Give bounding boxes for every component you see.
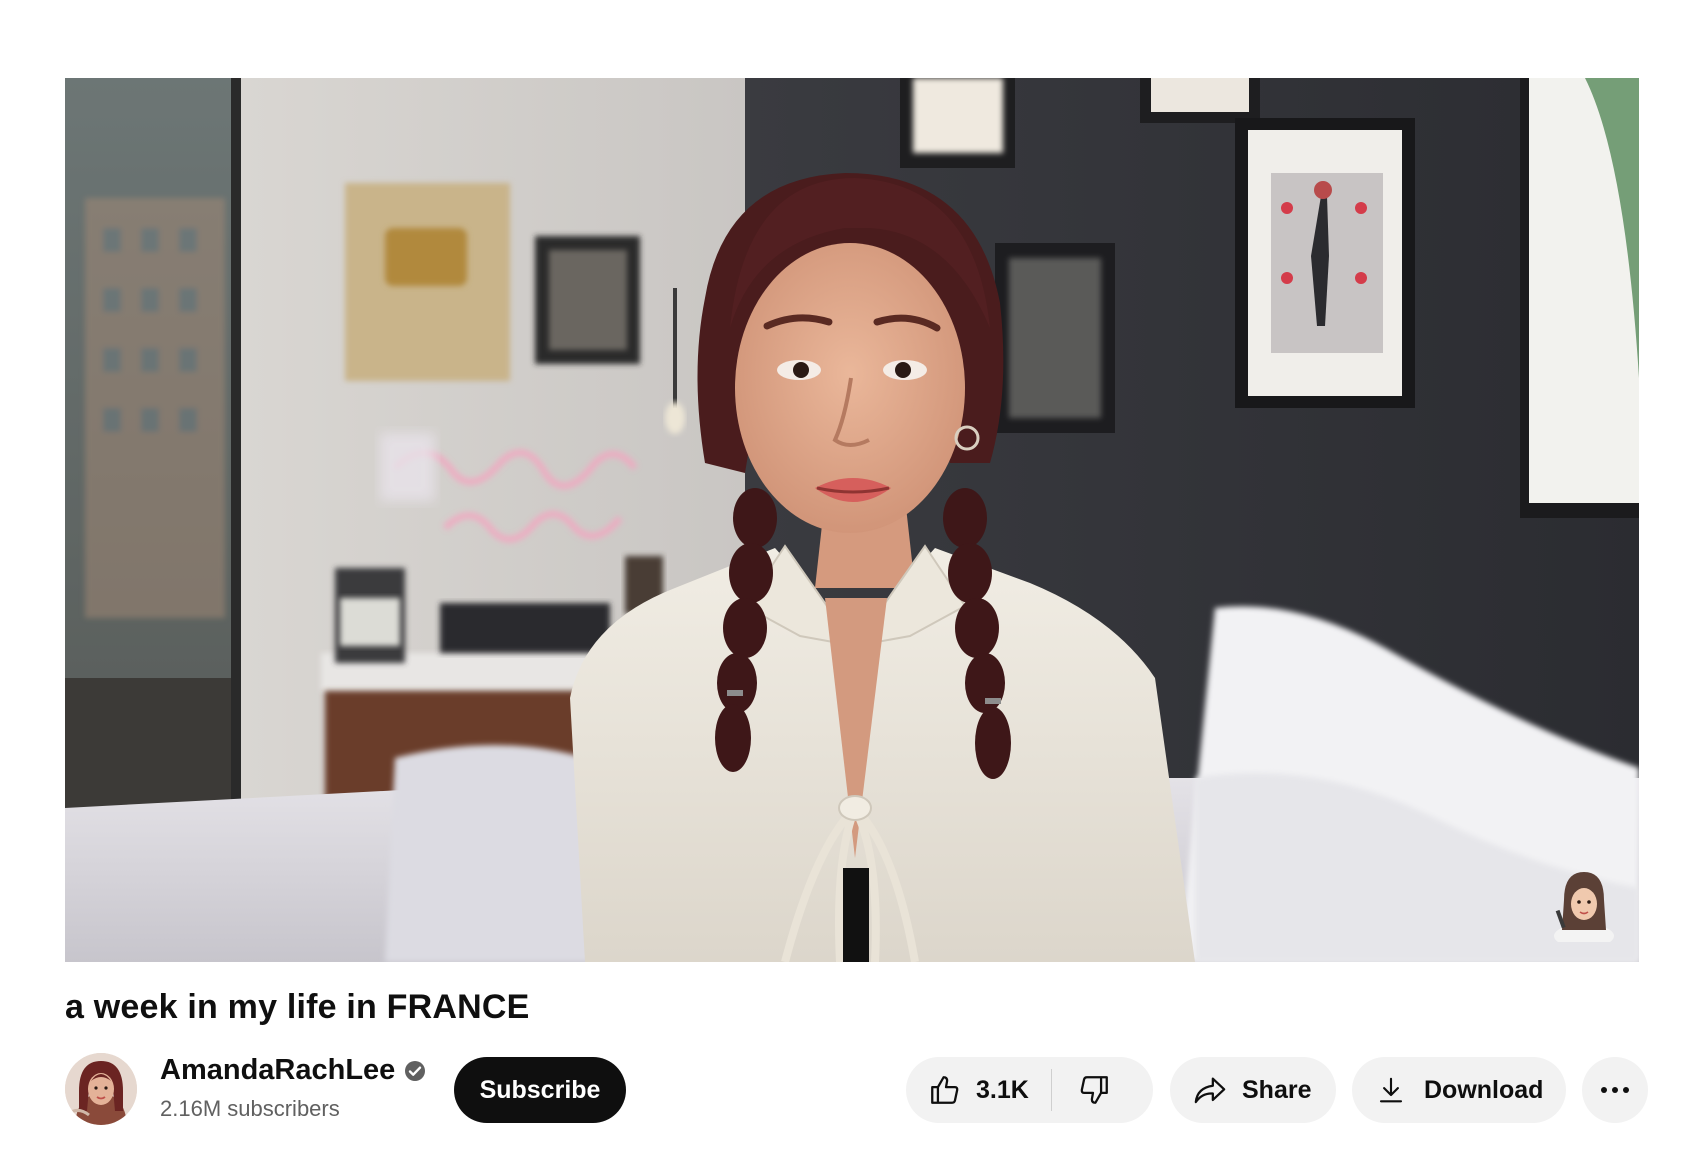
- more-actions-button[interactable]: [1582, 1057, 1648, 1123]
- more-horizontal-icon: [1601, 1087, 1629, 1093]
- channel-avatar[interactable]: [65, 1053, 137, 1125]
- subscriber-count: 2.16M subscribers: [160, 1096, 340, 1121]
- subscribe-button[interactable]: Subscribe: [454, 1057, 626, 1123]
- share-button[interactable]: Share: [1170, 1057, 1336, 1123]
- channel-name-text: AmandaRachLee: [160, 1054, 396, 1086]
- video-frame: [65, 78, 1639, 962]
- like-dislike-group: 3.1K: [906, 1057, 1153, 1123]
- download-label: Download: [1424, 1075, 1544, 1104]
- like-count: 3.1K: [976, 1075, 1029, 1104]
- watch-page: a week in my life in FRANCE AmandaRachLe…: [0, 0, 1700, 1175]
- dislike-button[interactable]: [1052, 1057, 1136, 1123]
- share-label: Share: [1242, 1075, 1312, 1104]
- thumbs-up-icon: [931, 1076, 959, 1104]
- channel-watermark[interactable]: [1551, 870, 1617, 942]
- video-player[interactable]: [65, 78, 1639, 962]
- like-button[interactable]: 3.1K: [906, 1057, 1051, 1123]
- share-arrow-icon: [1194, 1077, 1226, 1104]
- download-icon: [1379, 1077, 1403, 1103]
- verified-check-icon: [405, 1060, 426, 1081]
- channel-name[interactable]: AmandaRachLee: [160, 1054, 427, 1087]
- avatar-image: [65, 1053, 137, 1125]
- video-title: a week in my life in FRANCE: [65, 988, 530, 1026]
- download-button[interactable]: Download: [1352, 1057, 1566, 1123]
- thumbs-down-icon: [1080, 1076, 1108, 1104]
